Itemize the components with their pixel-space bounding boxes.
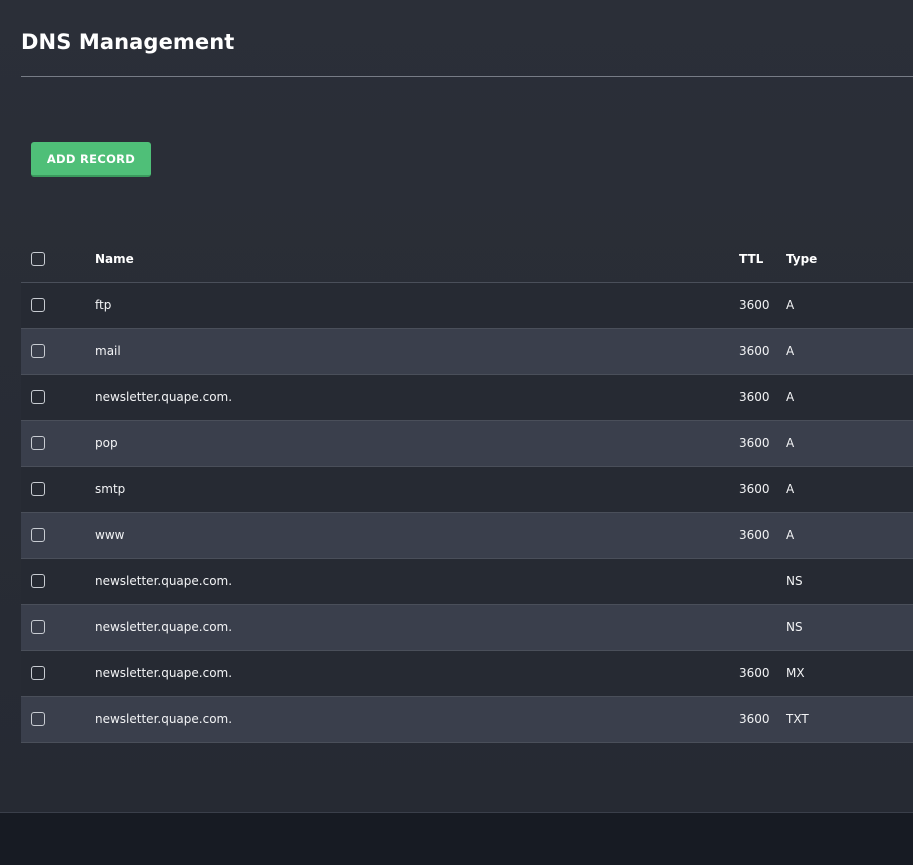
record-type: MX bbox=[786, 650, 913, 697]
record-type: TXT bbox=[786, 696, 913, 743]
table-row[interactable]: newsletter.quape.com. NS bbox=[21, 604, 913, 651]
select-all-checkbox[interactable] bbox=[31, 252, 45, 267]
dns-records-table: Name TTL Type ftp 3600 A mail 3600 A new… bbox=[21, 237, 913, 743]
table-row[interactable]: mail 3600 A bbox=[21, 328, 913, 375]
add-record-button[interactable]: ADD RECORD bbox=[31, 142, 151, 177]
row-checkbox[interactable] bbox=[31, 298, 45, 312]
dns-management-panel: DNS Management ADD RECORD Name TTL Type … bbox=[0, 0, 913, 813]
table-row[interactable]: ftp 3600 A bbox=[21, 282, 913, 329]
record-name: newsletter.quape.com. bbox=[95, 696, 739, 743]
record-name: newsletter.quape.com. bbox=[95, 558, 739, 605]
page-title: DNS Management bbox=[21, 30, 235, 54]
header-name[interactable]: Name bbox=[95, 237, 739, 283]
record-type: A bbox=[786, 328, 913, 375]
row-select-cell bbox=[21, 604, 95, 651]
table-row[interactable]: newsletter.quape.com. 3600 MX bbox=[21, 650, 913, 697]
row-checkbox[interactable] bbox=[31, 712, 45, 726]
record-name: smtp bbox=[95, 466, 739, 513]
record-ttl: 3600 bbox=[739, 696, 786, 743]
record-type: A bbox=[786, 466, 913, 513]
table-header-row: Name TTL Type bbox=[21, 237, 913, 283]
record-type: A bbox=[786, 420, 913, 467]
record-type: NS bbox=[786, 558, 913, 605]
record-ttl: 3600 bbox=[739, 328, 786, 375]
row-checkbox[interactable] bbox=[31, 620, 45, 634]
table-row[interactable]: newsletter.quape.com. NS bbox=[21, 558, 913, 605]
row-select-cell bbox=[21, 650, 95, 697]
row-select-cell bbox=[21, 696, 95, 743]
row-select-cell bbox=[21, 512, 95, 559]
table-row[interactable]: pop 3600 A bbox=[21, 420, 913, 467]
record-ttl: 3600 bbox=[739, 282, 786, 329]
record-type: A bbox=[786, 282, 913, 329]
row-select-cell bbox=[21, 420, 95, 467]
record-name: ftp bbox=[95, 282, 739, 329]
row-select-cell bbox=[21, 328, 95, 375]
record-type: A bbox=[786, 512, 913, 559]
record-name: newsletter.quape.com. bbox=[95, 650, 739, 697]
header-select-cell bbox=[21, 237, 95, 283]
record-name: www bbox=[95, 512, 739, 559]
table-row[interactable]: www 3600 A bbox=[21, 512, 913, 559]
table-row[interactable]: newsletter.quape.com. 3600 TXT bbox=[21, 696, 913, 743]
title-divider bbox=[21, 76, 913, 77]
row-select-cell bbox=[21, 374, 95, 421]
record-type: NS bbox=[786, 604, 913, 651]
record-ttl: 3600 bbox=[739, 650, 786, 697]
header-ttl[interactable]: TTL bbox=[739, 237, 786, 283]
row-checkbox[interactable] bbox=[31, 390, 45, 404]
record-ttl bbox=[739, 604, 786, 651]
row-checkbox[interactable] bbox=[31, 528, 45, 542]
row-checkbox[interactable] bbox=[31, 344, 45, 358]
record-ttl: 3600 bbox=[739, 420, 786, 467]
record-name: newsletter.quape.com. bbox=[95, 374, 739, 421]
record-type: A bbox=[786, 374, 913, 421]
record-ttl: 3600 bbox=[739, 512, 786, 559]
header-type[interactable]: Type bbox=[786, 237, 913, 283]
record-name: pop bbox=[95, 420, 739, 467]
table-row[interactable]: newsletter.quape.com. 3600 A bbox=[21, 374, 913, 421]
row-checkbox[interactable] bbox=[31, 436, 45, 450]
record-ttl bbox=[739, 558, 786, 605]
table-row[interactable]: smtp 3600 A bbox=[21, 466, 913, 513]
record-ttl: 3600 bbox=[739, 466, 786, 513]
row-select-cell bbox=[21, 282, 95, 329]
page-footer bbox=[0, 813, 913, 865]
row-checkbox[interactable] bbox=[31, 666, 45, 680]
record-ttl: 3600 bbox=[739, 374, 786, 421]
row-checkbox[interactable] bbox=[31, 574, 45, 588]
row-select-cell bbox=[21, 466, 95, 513]
row-select-cell bbox=[21, 558, 95, 605]
row-checkbox[interactable] bbox=[31, 482, 45, 496]
record-name: newsletter.quape.com. bbox=[95, 604, 739, 651]
record-name: mail bbox=[95, 328, 739, 375]
